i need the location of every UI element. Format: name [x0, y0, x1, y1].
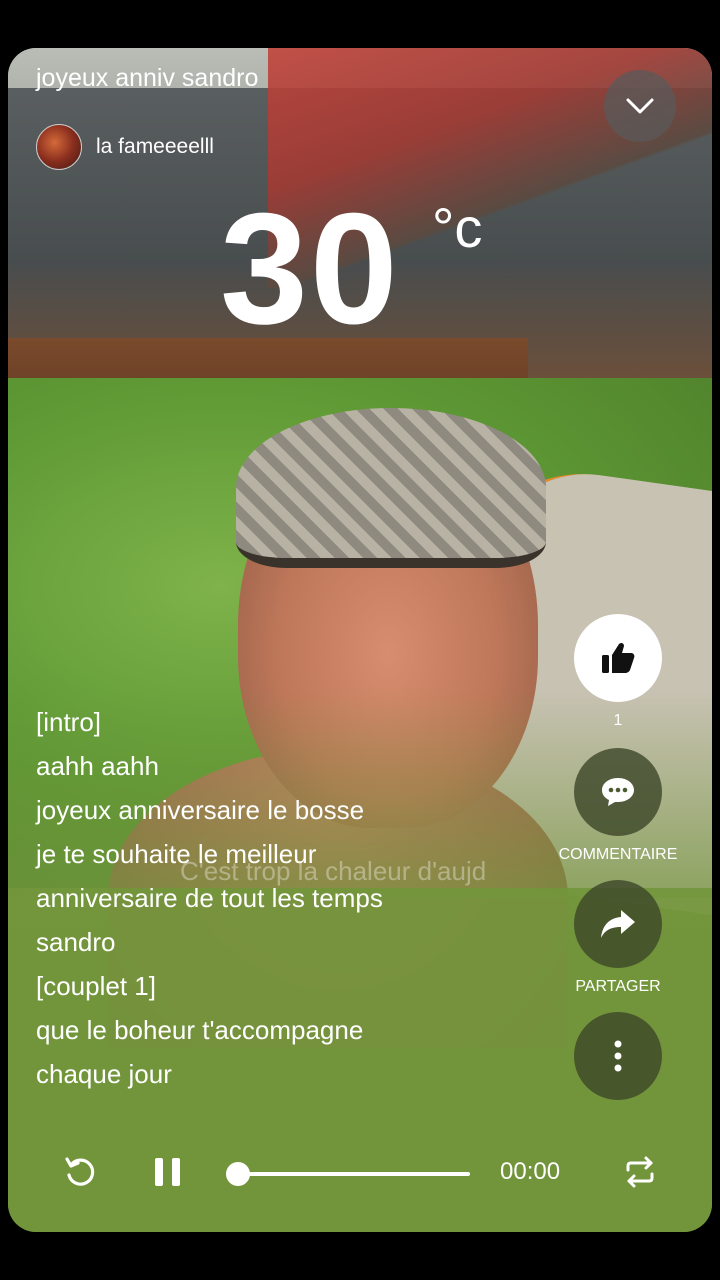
lyric-line: chaque jour	[36, 1059, 172, 1089]
share-action: PARTAGER	[568, 880, 668, 996]
repeat-icon	[626, 1156, 654, 1188]
pause-icon	[155, 1158, 180, 1186]
progress-track[interactable]	[238, 1172, 470, 1176]
lyrics: [intro] aahh aahh joyeux anniversaire le…	[36, 700, 556, 1096]
lyric-line: [couplet 1]	[36, 971, 156, 1001]
replay-icon	[65, 1157, 95, 1186]
lyric-line: joyeux anniversaire le bosse	[36, 795, 365, 825]
progress-knob[interactable]	[226, 1162, 250, 1186]
comment-button[interactable]	[574, 748, 662, 836]
share-button[interactable]	[574, 880, 662, 968]
avatar[interactable]	[36, 124, 82, 170]
chevron-down-icon	[626, 98, 654, 114]
pause-button[interactable]	[140, 1144, 196, 1200]
share-label[interactable]: PARTAGER	[575, 978, 660, 996]
collapse-button[interactable]	[604, 70, 676, 142]
person-cap	[236, 408, 546, 568]
story-title: joyeux anniv sandro	[36, 64, 259, 92]
like-button[interactable]	[574, 614, 662, 702]
thumbs-up-icon	[602, 642, 635, 673]
temperature-value: 30	[220, 181, 400, 357]
lyric-line: je te souhaite le meilleur	[36, 839, 317, 869]
lyric-line: sandro	[36, 927, 116, 957]
lyric-line: anniversaire de tout les temps	[36, 883, 383, 913]
lyric-line: [intro]	[36, 707, 102, 737]
more-vertical-icon	[614, 1040, 622, 1072]
comment-action: COMMENTAIRE	[559, 748, 677, 864]
profile-name[interactable]: la fameeeelll	[96, 135, 214, 159]
like-count: 1	[613, 712, 623, 729]
story-card: joyeux anniv sandro la fameeeelll 30 °c …	[8, 48, 712, 1232]
repeat-button[interactable]	[612, 1144, 668, 1200]
playback-time: 00:00	[500, 1158, 561, 1185]
player-controls: 00:00	[8, 1138, 712, 1210]
share-arrow-icon	[601, 910, 635, 938]
lyric-line: aahh aahh	[36, 751, 159, 781]
more-action	[568, 1012, 668, 1100]
profile[interactable]: la fameeeelll	[36, 124, 214, 170]
like-action: 1	[568, 614, 668, 730]
lyric-line: que le boheur t'accompagne	[36, 1015, 364, 1045]
more-button[interactable]	[574, 1012, 662, 1100]
temperature-unit: °c	[432, 196, 483, 259]
speech-bubble-icon	[602, 778, 634, 806]
replay-button[interactable]	[52, 1144, 108, 1200]
comment-label[interactable]: COMMENTAIRE	[559, 846, 678, 864]
